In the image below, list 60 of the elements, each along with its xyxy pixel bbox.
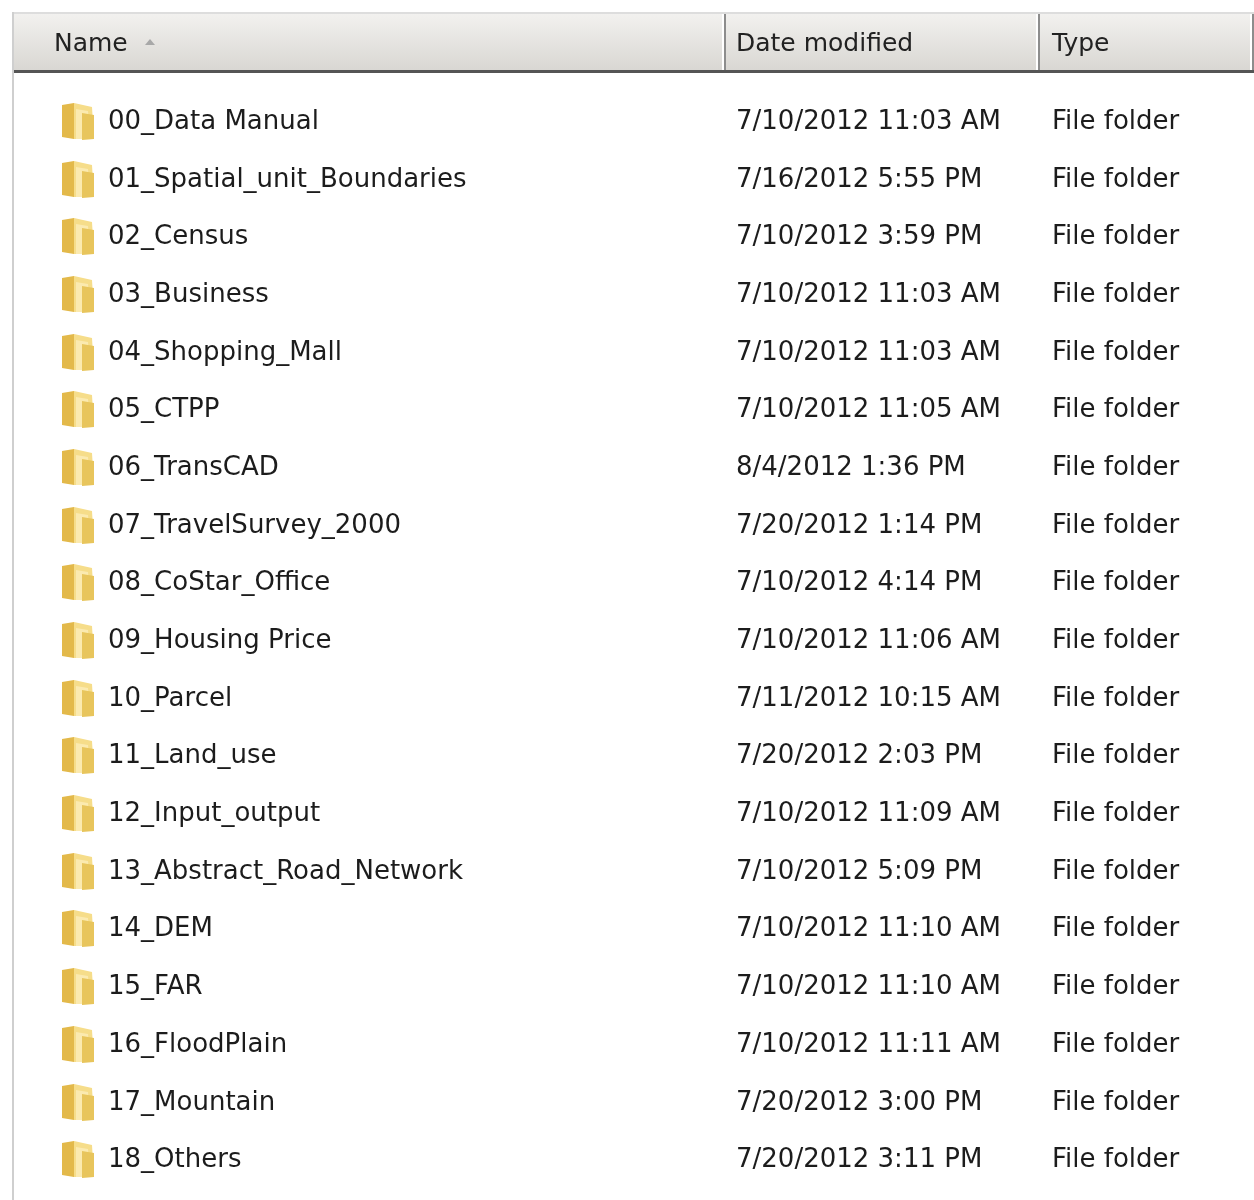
type-cell-text: File folder — [1051, 393, 1181, 424]
type-cell-text: File folder — [1051, 1085, 1181, 1116]
column-header[interactable]: Name — [14, 14, 726, 70]
type-cell-text: File folder — [1051, 162, 1181, 193]
type-cell-text: File folder — [1051, 797, 1181, 828]
date-cell-text: 7/10/2012 4:14 PM — [735, 566, 984, 597]
date-cell-text: 7/10/2012 11:10 AM — [735, 970, 1002, 1001]
type-cell-text: File folder — [1051, 335, 1181, 366]
type-cell-text: File folder — [1051, 508, 1181, 539]
folder-name[interactable]: 05_CTPP — [108, 393, 220, 424]
folder-name[interactable]: 10_Parcel — [108, 681, 233, 712]
date-cell-text: 7/10/2012 3:59 PM — [735, 220, 984, 251]
date-cell-text: 7/10/2012 11:06 AM — [735, 624, 1002, 655]
date-cell-text: 7/16/2012 5:55 PM — [735, 162, 984, 193]
folder-name[interactable]: 11_Land_use — [108, 739, 277, 770]
folder-name[interactable]: 06_TransCAD — [108, 450, 279, 481]
folder-name[interactable]: 16_FloodPlain — [108, 1027, 288, 1058]
date-cell-text: 7/10/2012 11:09 AM — [735, 797, 1002, 828]
date-cell-text: 7/10/2012 11:03 AM — [735, 277, 1002, 308]
folder-name[interactable]: 07_TravelSurvey_2000 — [108, 508, 401, 539]
date-cell-text: 7/10/2012 11:10 AM — [735, 912, 1002, 943]
date-cell-text: 7/10/2012 11:05 AM — [735, 393, 1002, 424]
type-cell-text: File folder — [1051, 450, 1181, 481]
date-cell-text: 7/20/2012 2:03 PM — [735, 739, 984, 770]
type-cell-text: File folder — [1051, 566, 1181, 597]
date-cell-text: 7/10/2012 11:11 AM — [735, 1027, 1002, 1058]
date-cell-text: 7/20/2012 3:11 PM — [735, 1143, 984, 1174]
folder-name[interactable]: 13_Abstract_Road_Network — [108, 854, 464, 885]
folder-name[interactable]: 12_Input_output — [108, 797, 321, 828]
date-cell-text: 7/20/2012 3:00 PM — [735, 1085, 984, 1116]
type-cell-text: File folder — [1051, 681, 1181, 712]
date-cell-text: 7/10/2012 5:09 PM — [735, 854, 984, 885]
folder-name[interactable]: 01_Spatial_unit_Boundaries — [108, 162, 467, 193]
type-cell-text: File folder — [1051, 277, 1181, 308]
date-cell-text: 7/11/2012 10:15 AM — [735, 681, 1002, 712]
folder-name[interactable]: 17_Mountain — [108, 1085, 276, 1116]
folder-name[interactable]: 08_CoStar_Office — [108, 566, 331, 597]
type-cell-text: File folder — [1051, 1143, 1181, 1174]
date-cell-text: 8/4/2012 1:36 PM — [735, 450, 967, 481]
folder-name[interactable]: 03_Business — [108, 277, 269, 308]
type-cell-text: File folder — [1051, 220, 1181, 251]
date-cell-text: 7/10/2012 11:03 AM — [735, 335, 1002, 366]
folder-name[interactable]: 02_Census — [108, 220, 249, 251]
folder-name[interactable]: 00_Data Manual — [108, 104, 319, 135]
folder-name[interactable]: 04_Shopping_Mall — [108, 335, 342, 366]
type-cell-text: File folder — [1051, 912, 1181, 943]
type-cell-text: File folder — [1051, 739, 1181, 770]
column-header[interactable]: Type — [1040, 14, 1254, 70]
date-cell-text: 7/10/2012 11:03 AM — [735, 104, 1002, 135]
folder-name[interactable]: 15_FAR — [108, 970, 203, 1001]
type-cell-text: File folder — [1051, 624, 1181, 655]
type-cell-text: File folder — [1051, 970, 1181, 1001]
type-cell-text: File folder — [1051, 1027, 1181, 1058]
type-cell-text: File folder — [1051, 854, 1181, 885]
column-header[interactable]: Date modified — [726, 14, 1040, 70]
folder-name[interactable]: 09_Housing Price — [108, 624, 332, 655]
type-cell-text: File folder — [1051, 104, 1181, 135]
folder-name[interactable]: 18_Others — [108, 1143, 242, 1174]
date-cell-text: 7/20/2012 1:14 PM — [735, 508, 984, 539]
folder-name[interactable]: 14_DEM — [108, 912, 213, 943]
